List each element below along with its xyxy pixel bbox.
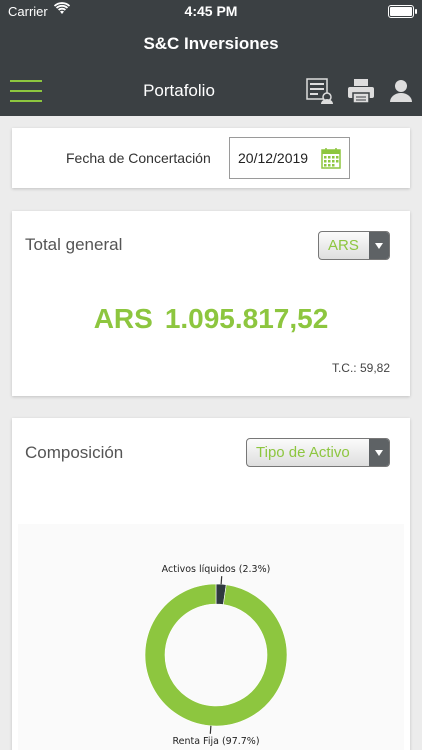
pie-label-2: Renta Fija (97.7%) (172, 736, 259, 747)
total-amount-value: 1.095.817,52 (164, 303, 329, 334)
status-time: 4:45 PM (184, 3, 238, 19)
composition-card: Composición Tipo de Activo Activos líqui… (12, 418, 410, 750)
battery-icon (388, 5, 417, 18)
chevron-down-icon (369, 439, 389, 466)
asset-type-select[interactable]: Tipo de Activo (246, 438, 390, 467)
status-bar: Carrier 4:45 PM (0, 0, 422, 26)
currency-select[interactable]: ARS (318, 231, 390, 260)
date-value: 20/12/2019 (238, 150, 309, 166)
pie-leader-line-1 (220, 576, 223, 585)
total-amount-currency: ARS (93, 303, 153, 334)
pie-leader-line-2 (209, 725, 212, 734)
asset-type-select-value: Tipo de Activo (256, 444, 350, 461)
app-title: S&C Inversiones (0, 26, 422, 66)
report-icon[interactable] (306, 78, 334, 104)
date-field[interactable]: 20/12/2019 (229, 137, 350, 179)
pie-slice-2 (144, 583, 288, 727)
total-amount: ARS 1.095.817,52 (12, 303, 410, 335)
donut-chart: Activos líquidos (2.3%) Renta Fija (97.7%… (144, 564, 288, 747)
chevron-down-icon (369, 232, 389, 259)
composition-chart: Activos líquidos (2.3%) Renta Fija (97.7%… (18, 524, 404, 750)
user-icon[interactable] (387, 78, 415, 104)
page-title: Portafolio (143, 81, 215, 100)
composition-title: Composición (25, 443, 124, 462)
date-card: Fecha de Concertación 20/12/2019 (12, 128, 410, 188)
total-title: Total general (25, 235, 123, 254)
date-label: Fecha de Concertación (66, 150, 211, 166)
calendar-icon[interactable] (321, 147, 341, 169)
printer-icon[interactable] (347, 78, 375, 104)
pie-label-1: Activos líquidos (2.3%) (162, 564, 271, 575)
exchange-rate: T.C.: 59,82 (331, 361, 390, 375)
nav-bar: Portafolio (0, 66, 422, 116)
total-card: Total general ARS ARS 1.095.817,52 T.C.: … (12, 211, 410, 396)
currency-select-value: ARS (328, 237, 359, 254)
